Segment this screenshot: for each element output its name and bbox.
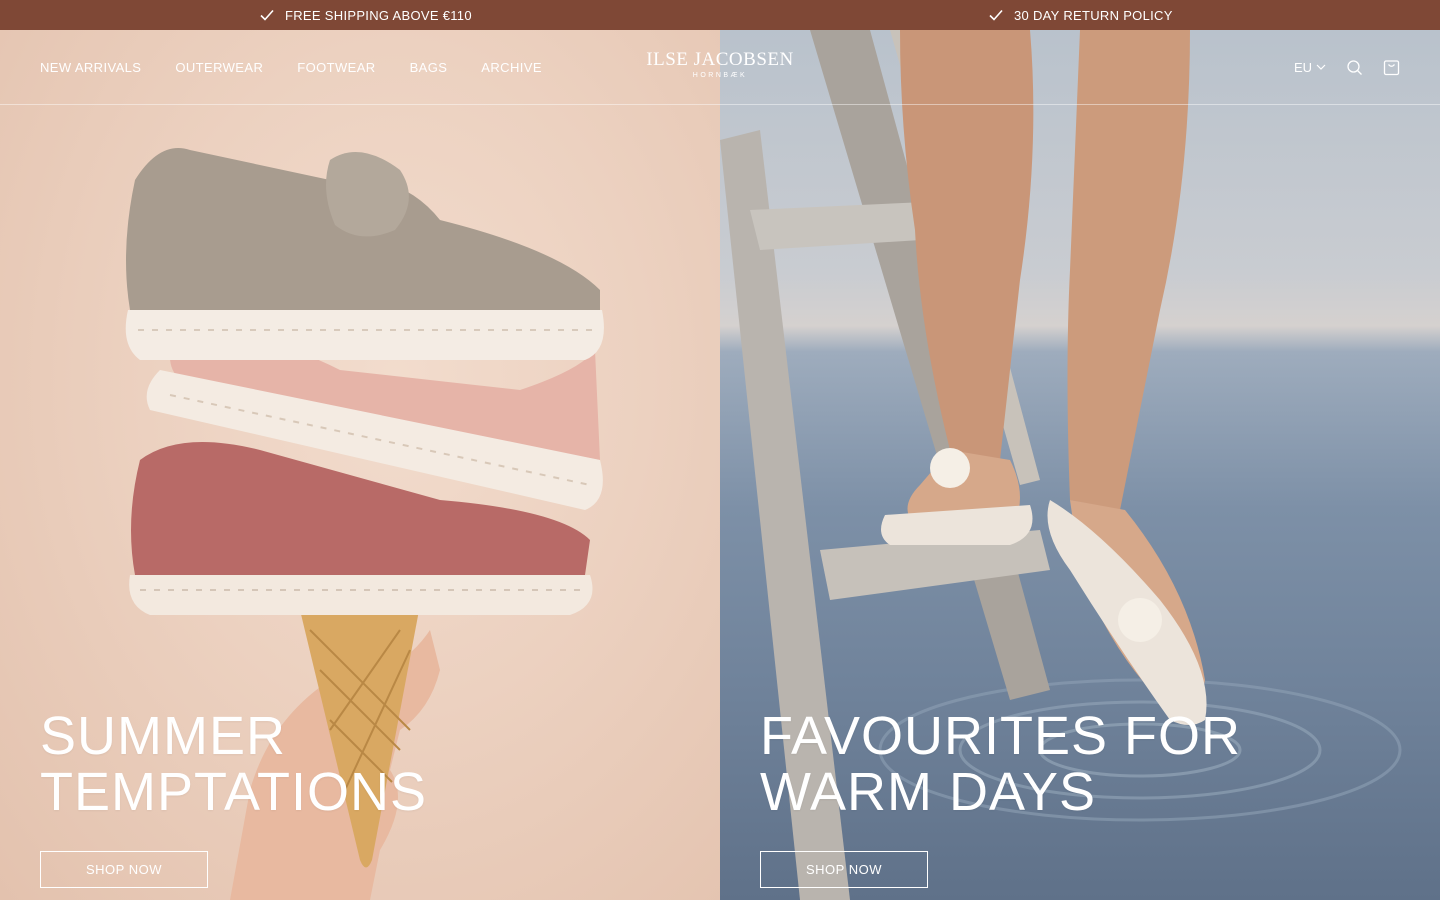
- hero-title-line: TEMPTATIONS: [40, 762, 427, 822]
- announcement-text: FREE SHIPPING ABOVE €110: [285, 7, 472, 23]
- brand-tagline: HORNBÆK: [692, 72, 748, 79]
- header-actions: EU: [1294, 30, 1400, 104]
- brand-logo[interactable]: ILSE JACOBSEN HORNBÆK: [644, 49, 796, 80]
- hero-title: SUMMER TEMPTATIONS: [40, 708, 427, 820]
- hero-title-line: SUMMER: [40, 706, 286, 766]
- announcement-free-shipping: FREE SHIPPING ABOVE €110: [259, 0, 472, 30]
- bag-icon[interactable]: [1383, 59, 1400, 76]
- nav-item-new-arrivals[interactable]: NEW ARRIVALS: [40, 60, 141, 75]
- check-icon: [989, 9, 1003, 21]
- region-label: EU: [1293, 59, 1312, 75]
- check-icon: [260, 9, 274, 21]
- region-selector[interactable]: EU: [1294, 60, 1326, 75]
- announcement-bar: FREE SHIPPING ABOVE €110 30 DAY RETURN P…: [0, 0, 1440, 30]
- search-icon[interactable]: [1346, 59, 1363, 76]
- hero-favourites-warm-days[interactable]: FAVOURITES FOR WARM DAYS SHOP NOW: [720, 30, 1440, 900]
- nav-item-bags[interactable]: BAGS: [410, 60, 448, 75]
- brand-name: ILSE JACOBSEN: [646, 49, 794, 70]
- nav-item-footwear[interactable]: FOOTWEAR: [297, 60, 375, 75]
- chevron-down-icon: [1316, 64, 1326, 70]
- announcement-text: 30 DAY RETURN POLICY: [1014, 7, 1173, 23]
- announcement-returns: 30 DAY RETURN POLICY: [988, 0, 1173, 30]
- hero-title-line: FAVOURITES FOR: [760, 706, 1242, 766]
- hero-summer-temptations[interactable]: SUMMER TEMPTATIONS SHOP NOW: [0, 30, 720, 900]
- nav-item-archive[interactable]: ARCHIVE: [481, 60, 542, 75]
- site-header: NEW ARRIVALS OUTERWEAR FOOTWEAR BAGS ARC…: [0, 30, 1440, 105]
- main-nav: NEW ARRIVALS OUTERWEAR FOOTWEAR BAGS ARC…: [40, 30, 542, 104]
- shop-now-button[interactable]: SHOP NOW: [40, 851, 208, 888]
- shop-now-button[interactable]: SHOP NOW: [760, 851, 928, 888]
- hero-title: FAVOURITES FOR WARM DAYS: [760, 708, 1241, 820]
- nav-item-outerwear[interactable]: OUTERWEAR: [175, 60, 263, 75]
- hero-title-line: WARM DAYS: [760, 762, 1097, 822]
